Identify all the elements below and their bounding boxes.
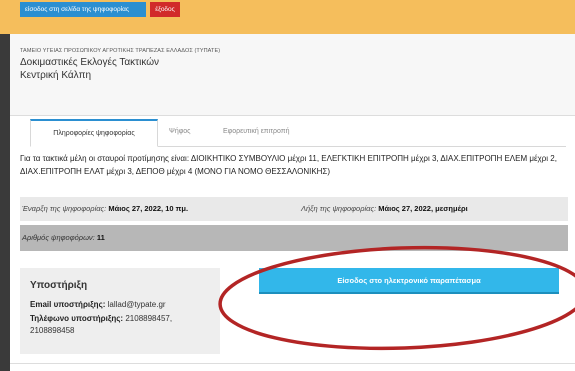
footer-divider [10,363,575,364]
highlight-ellipse [218,245,575,351]
annotation-overlay [218,245,575,351]
